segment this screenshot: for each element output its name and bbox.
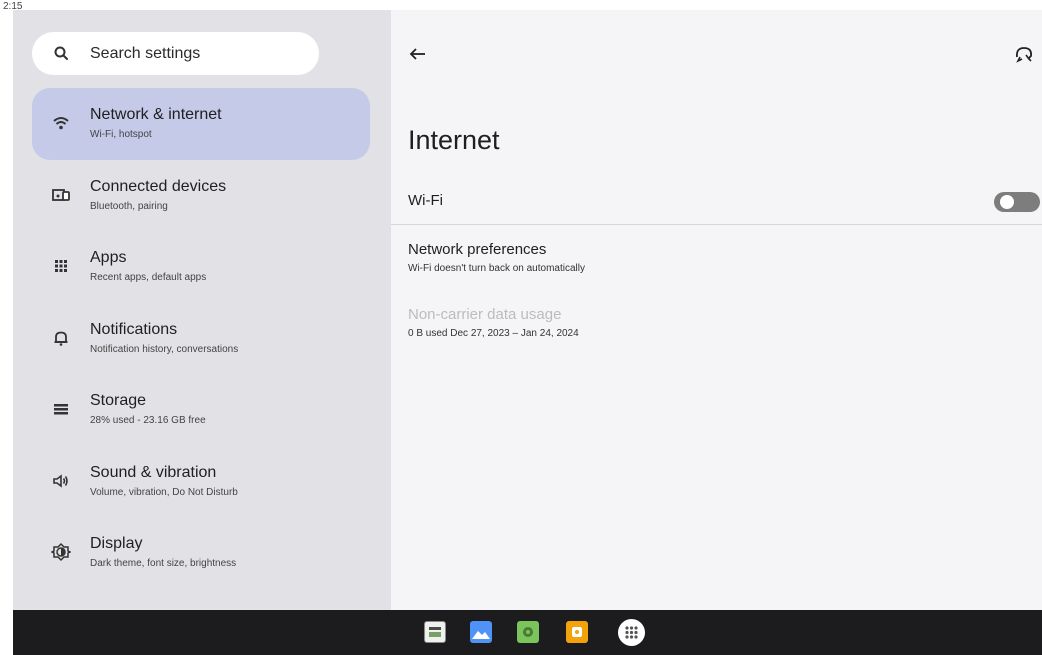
- wifi-toggle-switch[interactable]: [994, 192, 1040, 212]
- sidebar-item-title: Storage: [90, 392, 147, 409]
- sidebar-item-subtitle: Dark theme, font size, brightness: [90, 558, 237, 569]
- network-preferences-title[interactable]: Network preferences: [408, 241, 546, 258]
- sidebar-item-title: Connected devices: [90, 178, 227, 195]
- orange-app-icon[interactable]: [566, 621, 588, 643]
- sidebar-item-display[interactable]: Display Dark theme, font size, brightnes…: [32, 517, 370, 589]
- sidebar-item-title: Display: [90, 535, 143, 552]
- android-app-icon[interactable]: [517, 621, 539, 643]
- spreadsheet-app-icon[interactable]: [424, 621, 446, 643]
- sidebar-item-title: Network & internet: [90, 106, 222, 123]
- sidebar-item-apps[interactable]: Apps Recent apps, default apps: [32, 231, 370, 303]
- search-settings-bar[interactable]: Search settings: [32, 32, 319, 75]
- wifi-icon: [50, 112, 72, 134]
- sidebar-item-subtitle: Wi-Fi, hotspot: [90, 129, 152, 140]
- sidebar-item-network-internet[interactable]: Network & internet Wi-Fi, hotspot: [32, 88, 370, 160]
- sidebar-item-subtitle: Bluetooth, pairing: [90, 201, 168, 212]
- sidebar-item-title: Notifications: [90, 321, 178, 338]
- back-arrow-icon[interactable]: [407, 43, 429, 65]
- non-carrier-data-usage-subtitle: 0 B used Dec 27, 2023 – Jan 24, 2024: [408, 328, 579, 339]
- gallery-app-icon[interactable]: [470, 621, 492, 643]
- wifi-label: Wi-Fi: [408, 192, 443, 209]
- network-preferences-subtitle: Wi-Fi doesn't turn back on automatically: [408, 263, 585, 274]
- app-drawer-icon[interactable]: [618, 619, 645, 646]
- taskbar: [13, 610, 1042, 655]
- bell-icon: [50, 327, 72, 349]
- devices-icon: [50, 184, 72, 206]
- sidebar-item-storage[interactable]: Storage 28% used - 23.16 GB free: [32, 374, 370, 446]
- help-icon[interactable]: [1012, 42, 1036, 66]
- speaker-icon: [50, 470, 72, 492]
- wifi-toggle-row[interactable]: Wi-Fi: [391, 178, 1042, 225]
- search-settings-label: Search settings: [90, 45, 201, 62]
- sidebar-item-notifications[interactable]: Notifications Notification history, conv…: [32, 303, 370, 375]
- page-title: Internet: [408, 125, 500, 155]
- sidebar-item-subtitle: Recent apps, default apps: [90, 272, 207, 283]
- non-carrier-data-usage-title: Non-carrier data usage: [408, 306, 562, 323]
- toggle-knob: [1000, 195, 1014, 209]
- sidebar-item-subtitle: Volume, vibration, Do Not Disturb: [90, 487, 238, 498]
- status-time: 2:15: [3, 1, 23, 12]
- search-icon: [52, 44, 72, 64]
- sidebar-item-title: Apps: [90, 249, 127, 266]
- storage-icon: [50, 398, 72, 420]
- sidebar-item-subtitle: 28% used - 23.16 GB free: [90, 415, 206, 426]
- sidebar-item-subtitle: Notification history, conversations: [90, 344, 239, 355]
- brightness-icon: [50, 541, 72, 563]
- sidebar-item-connected-devices[interactable]: Connected devices Bluetooth, pairing: [32, 160, 370, 232]
- apps-grid-icon: [50, 255, 72, 277]
- sidebar-item-sound-vibration[interactable]: Sound & vibration Volume, vibration, Do …: [32, 446, 370, 518]
- settings-sidebar: Search settings Network & internet Wi-Fi…: [13, 10, 391, 610]
- sidebar-item-title: Sound & vibration: [90, 464, 217, 481]
- internet-settings-panel: Internet Wi-Fi Network preferences Wi-Fi…: [391, 10, 1042, 610]
